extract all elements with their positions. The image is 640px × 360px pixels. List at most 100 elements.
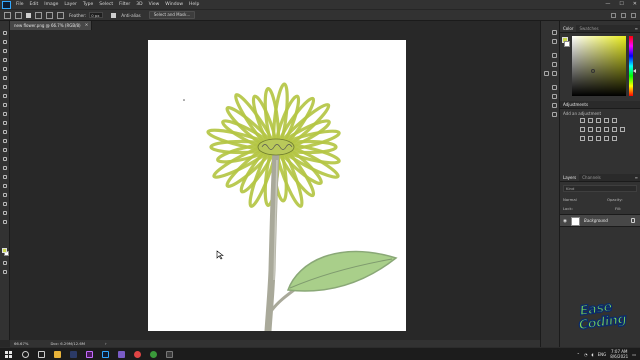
menu-view[interactable]: View — [149, 2, 160, 7]
blur-tool-icon[interactable] — [2, 148, 8, 153]
menu-help[interactable]: Help — [189, 2, 199, 7]
tray-arrow-icon[interactable]: ⌃ — [577, 352, 580, 357]
learn-icon[interactable] — [552, 53, 557, 58]
menu-filter[interactable]: Filter — [119, 2, 130, 7]
move-tool-icon[interactable] — [2, 31, 8, 36]
zoom-tool-icon[interactable] — [2, 211, 8, 216]
layer-name[interactable]: Background — [584, 218, 608, 223]
windows-start-icon[interactable] — [5, 351, 12, 358]
menu-select[interactable]: Select — [99, 2, 113, 7]
libraries-icon[interactable] — [552, 62, 557, 67]
status-menu-arrow[interactable]: › — [105, 341, 107, 346]
frame-tool-icon[interactable] — [2, 76, 8, 81]
levels-icon[interactable] — [588, 118, 593, 123]
document-tab[interactable]: new flower.png @ 66.7% (RGB/8) × — [10, 21, 92, 30]
screen-mode-icon[interactable] — [2, 270, 8, 275]
quick-select-tool-icon[interactable] — [2, 58, 8, 63]
lasso-tool-preset-icon[interactable] — [15, 11, 22, 19]
shape-tool-icon[interactable] — [2, 193, 8, 198]
gradient-tool-icon[interactable] — [2, 139, 8, 144]
color-field[interactable] — [572, 36, 626, 96]
eyedropper-tool-icon[interactable] — [2, 85, 8, 90]
paragraph-icon[interactable] — [552, 94, 557, 99]
menu-type[interactable]: Type — [83, 2, 93, 7]
subtract-selection-icon[interactable] — [46, 11, 53, 19]
eye-icon[interactable]: ◉ — [563, 219, 567, 224]
exposure-icon[interactable] — [604, 118, 609, 123]
pen-tool-icon[interactable] — [2, 166, 8, 171]
color-panel-menu-icon[interactable]: ≡ — [635, 26, 638, 31]
layer-filter-kind[interactable]: Kind — [563, 185, 637, 192]
close-button[interactable]: ✕ — [633, 1, 637, 7]
black-white-icon[interactable] — [596, 127, 601, 132]
menu-3d[interactable]: 3D — [136, 2, 142, 7]
task-view-icon[interactable] — [38, 351, 45, 358]
invert-icon[interactable] — [580, 136, 585, 141]
tab-color[interactable]: Color — [560, 25, 577, 32]
hue-slider[interactable] — [629, 36, 633, 96]
premiere-icon[interactable] — [86, 351, 93, 358]
tab-channels[interactable]: Channels — [579, 174, 604, 181]
language-indicator[interactable]: ENG — [598, 352, 607, 357]
healing-brush-tool-icon[interactable] — [2, 94, 8, 99]
workspace-icon[interactable] — [621, 13, 626, 18]
share-icon[interactable] — [631, 13, 636, 18]
clone-stamp-tool-icon[interactable] — [2, 112, 8, 117]
color-balance-icon[interactable] — [588, 127, 593, 132]
lasso-tool-icon[interactable] — [2, 49, 8, 54]
curves-icon[interactable] — [596, 118, 601, 123]
maximize-button[interactable]: ☐ — [619, 1, 623, 7]
antialias-checkbox[interactable] — [111, 12, 117, 18]
layer-row[interactable]: ◉ Background — [560, 214, 640, 227]
document-canvas[interactable] — [148, 40, 406, 331]
paths-icon[interactable] — [552, 112, 557, 117]
layers-panel-menu-icon[interactable]: ≡ — [635, 175, 638, 180]
path-selection-tool-icon[interactable] — [2, 184, 8, 189]
feather-input[interactable]: 0 px — [89, 12, 104, 18]
brushes-icon[interactable] — [544, 71, 549, 76]
zoom-level[interactable]: 66.67% — [14, 341, 28, 346]
channel-mixer-icon[interactable] — [612, 127, 617, 132]
actions-icon[interactable] — [552, 71, 557, 76]
tab-layers[interactable]: Layers — [560, 174, 580, 181]
hue-slider-handle[interactable] — [633, 69, 636, 73]
close-document-icon[interactable]: × — [85, 23, 89, 28]
brush-tool-icon[interactable] — [2, 103, 8, 108]
color-panel-background-swatch[interactable] — [564, 41, 570, 47]
minimize-button[interactable]: — — [605, 1, 610, 7]
menu-window[interactable]: Window — [165, 2, 183, 7]
photo-filter-icon[interactable] — [604, 127, 609, 132]
posterize-icon[interactable] — [588, 136, 593, 141]
file-explorer-icon[interactable] — [54, 351, 61, 358]
terminal-icon[interactable] — [166, 351, 173, 358]
search-icon[interactable] — [22, 351, 29, 358]
blend-mode-select[interactable]: Normal — [563, 197, 577, 202]
clock[interactable]: 7:07 AM 8/6/2021 — [610, 349, 628, 359]
character-icon[interactable] — [552, 85, 557, 90]
visual-studio-icon[interactable] — [118, 351, 125, 358]
glyphs-icon[interactable] — [552, 103, 557, 108]
new-selection-icon[interactable] — [26, 12, 31, 18]
notifications-icon[interactable]: ▭ — [632, 352, 636, 357]
history-brush-tool-icon[interactable] — [2, 121, 8, 126]
adjustments-title[interactable]: Adjustments — [563, 102, 588, 107]
menu-file[interactable]: File — [16, 2, 24, 7]
more-tools-icon[interactable] — [2, 220, 8, 225]
menu-edit[interactable]: Edit — [30, 2, 39, 7]
opera-icon[interactable] — [134, 351, 141, 358]
select-and-mask-button[interactable]: Select and Mask... — [148, 11, 196, 19]
color-lookup-icon[interactable] — [620, 127, 625, 132]
history-icon[interactable] — [552, 30, 557, 35]
tab-swatches[interactable]: Swatches — [576, 25, 601, 32]
threshold-icon[interactable] — [596, 136, 601, 141]
hue-saturation-icon[interactable] — [580, 127, 585, 132]
type-tool-icon[interactable] — [2, 175, 8, 180]
chrome-icon[interactable] — [150, 351, 157, 358]
brightness-contrast-icon[interactable] — [580, 118, 585, 123]
dodge-tool-icon[interactable] — [2, 157, 8, 162]
home-icon[interactable] — [4, 11, 11, 19]
marquee-tool-icon[interactable] — [2, 40, 8, 45]
menu-layer[interactable]: Layer — [64, 2, 77, 7]
menu-image[interactable]: Image — [44, 2, 58, 7]
search-icon[interactable] — [611, 13, 616, 18]
